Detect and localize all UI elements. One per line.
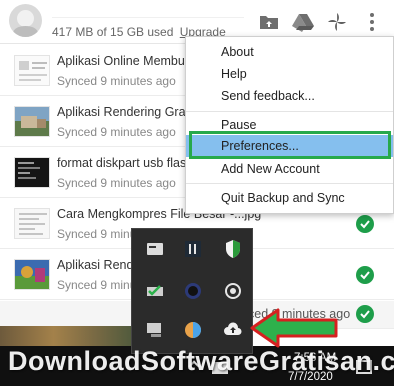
file-status: Synced 9 minutes ago (57, 176, 176, 190)
synced-check-icon (356, 305, 374, 323)
circle-app-icon[interactable] (182, 280, 204, 302)
file-thumbnail (14, 55, 50, 86)
menu-item-quit[interactable]: Quit Backup and Sync (186, 187, 393, 209)
file-thumbnail (14, 157, 50, 188)
synced-check-icon (356, 266, 374, 284)
settings-menu: About Help Send feedback... Pause Prefer… (185, 36, 394, 214)
highlight-annotation-frame (189, 131, 391, 159)
k-app-icon[interactable] (182, 238, 204, 260)
file-name: Aplikasi Rende (57, 258, 141, 272)
account-name-redacted (52, 6, 244, 18)
menu-item-add-new-account[interactable]: Add New Account (186, 158, 393, 180)
storage-usage-text: 417 MB of 15 GB used (52, 25, 174, 39)
file-name: Aplikasi Online Membua (57, 54, 192, 68)
google-drive-icon[interactable] (291, 10, 315, 34)
annotation-arrow-icon (250, 308, 338, 348)
file-name: format diskpart usb flas (57, 156, 187, 170)
menu-item-about[interactable]: About (186, 41, 393, 63)
check-drive-icon[interactable] (144, 280, 166, 302)
file-status: Synced 9 minutes ago (57, 125, 176, 139)
watermark-text: DownloadSoftwareGratisan.com (8, 346, 394, 376)
color-wheel-icon[interactable] (182, 319, 204, 341)
display-icon[interactable] (144, 319, 166, 341)
folder-icon[interactable] (257, 10, 281, 34)
file-name: Aplikasi Rendering Grati (57, 105, 192, 119)
file-status: Synced 9 minutes ago (57, 74, 176, 88)
menu-item-help[interactable]: Help (186, 63, 393, 85)
sync-gear-icon[interactable] (222, 280, 244, 302)
backup-and-sync-window: 417 MB of 15 GB used Upgrade Aplikasi On… (0, 0, 394, 386)
synced-check-icon (356, 215, 374, 233)
system-tray-overflow (131, 228, 253, 354)
file-thumbnail (14, 259, 50, 290)
avatar[interactable] (9, 4, 42, 37)
file-thumbnail (14, 208, 50, 239)
google-photos-icon[interactable] (325, 10, 349, 34)
more-vert-icon[interactable] (360, 10, 384, 34)
menu-separator (186, 183, 393, 184)
menu-separator (186, 111, 393, 112)
menu-item-send-feedback[interactable]: Send feedback... (186, 85, 393, 107)
file-thumbnail (14, 106, 50, 137)
shield-icon[interactable] (222, 238, 244, 260)
cloud-upload-icon[interactable] (222, 319, 244, 341)
storage-icon[interactable] (144, 238, 166, 260)
